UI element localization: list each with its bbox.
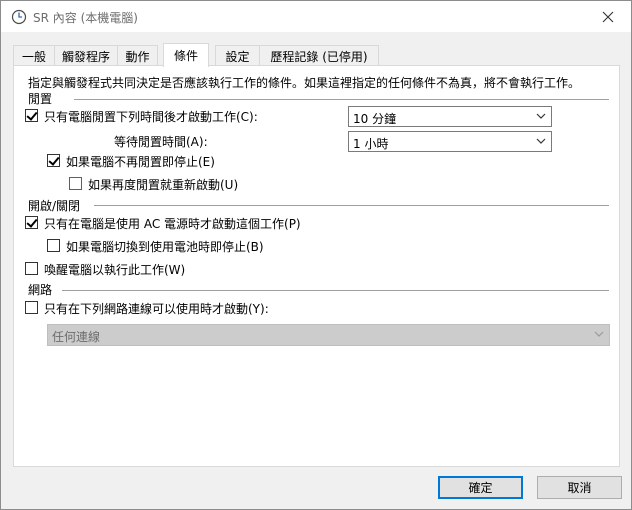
battery-stop-label: 如果電腦切換到使用電池時即停止(B)	[66, 240, 264, 254]
ac-power-label: 只有在電腦是使用 AC 電源時才啟動這個工作(P)	[44, 217, 301, 231]
close-icon	[602, 11, 614, 22]
tab-label: 動作	[125, 49, 150, 64]
close-button[interactable]	[585, 1, 631, 32]
task-properties-window: SR 內容 (本機電腦) 一般 觸發程序 動作 條件 設定 歷程記錄 (已停用)…	[0, 0, 632, 510]
start-if-idle-checkbox[interactable]	[25, 109, 38, 122]
network-separator	[62, 290, 609, 291]
restart-if-idle-checkbox[interactable]	[69, 177, 82, 190]
wait-for-idle-value: 1 小時	[353, 137, 389, 151]
chevron-down-icon	[536, 138, 546, 144]
tab-conditions[interactable]: 條件	[163, 43, 209, 67]
start-if-idle-label: 只有電腦閒置下列時間後才啟動工作(C):	[44, 110, 258, 124]
tab-label: 一般	[21, 49, 46, 64]
ok-button[interactable]: 確定	[438, 476, 523, 499]
tab-general[interactable]: 一般	[13, 45, 55, 66]
tab-actions[interactable]: 動作	[117, 45, 158, 66]
conditions-panel: 指定與觸發程式共同決定是否應該執行工作的條件。如果這裡指定的任何條件不為真，將不…	[13, 65, 620, 467]
idle-separator	[74, 99, 609, 100]
wait-for-idle-select[interactable]: 1 小時	[348, 131, 552, 152]
idle-duration-value: 10 分鐘	[353, 112, 397, 126]
conditions-description: 指定與觸發程式共同決定是否應該執行工作的條件。如果這裡指定的任何條件不為真，將不…	[28, 76, 581, 90]
wait-for-idle-label: 等待閒置時間(A):	[114, 135, 208, 149]
network-connection-value: 任何連線	[52, 330, 101, 344]
cancel-button[interactable]: 取消	[537, 476, 622, 499]
battery-stop-checkbox[interactable]	[47, 239, 60, 252]
wake-computer-checkbox[interactable]	[25, 262, 38, 275]
tab-label: 觸發程序	[61, 49, 110, 64]
stop-if-not-idle-checkbox[interactable]	[47, 154, 60, 167]
tab-label: 條件	[173, 49, 198, 63]
tab-label: 設定	[225, 49, 250, 64]
tab-settings[interactable]: 設定	[215, 45, 260, 66]
tab-label: 歷程記錄 (已停用)	[270, 49, 368, 64]
network-section-label: 網路	[28, 283, 53, 297]
ok-button-label: 確定	[468, 481, 493, 495]
network-label: 只有在下列網路連線可以使用時才啟動(Y):	[44, 302, 269, 316]
tab-history[interactable]: 歷程記錄 (已停用)	[259, 45, 379, 66]
clock-icon	[11, 9, 27, 25]
cancel-button-label: 取消	[567, 481, 592, 495]
chevron-down-icon	[536, 113, 546, 119]
network-checkbox[interactable]	[25, 301, 38, 314]
ac-power-checkbox[interactable]	[25, 216, 38, 229]
power-separator	[94, 205, 609, 206]
restart-if-idle-label: 如果再度閒置就重新啟動(U)	[88, 178, 239, 192]
chevron-down-icon	[594, 331, 604, 337]
wake-computer-label: 喚醒電腦以執行此工作(W)	[44, 263, 186, 277]
tab-triggers[interactable]: 觸發程序	[54, 45, 118, 66]
title-bar: SR 內容 (本機電腦)	[1, 1, 631, 32]
stop-if-not-idle-label: 如果電腦不再閒置即停止(E)	[66, 155, 215, 169]
window-title: SR 內容 (本機電腦)	[33, 11, 138, 25]
idle-duration-select[interactable]: 10 分鐘	[348, 106, 552, 127]
power-section-label: 開啟/關閉	[28, 199, 81, 213]
network-connection-select[interactable]: 任何連線	[47, 324, 610, 346]
idle-section-label: 閒置	[28, 92, 53, 106]
